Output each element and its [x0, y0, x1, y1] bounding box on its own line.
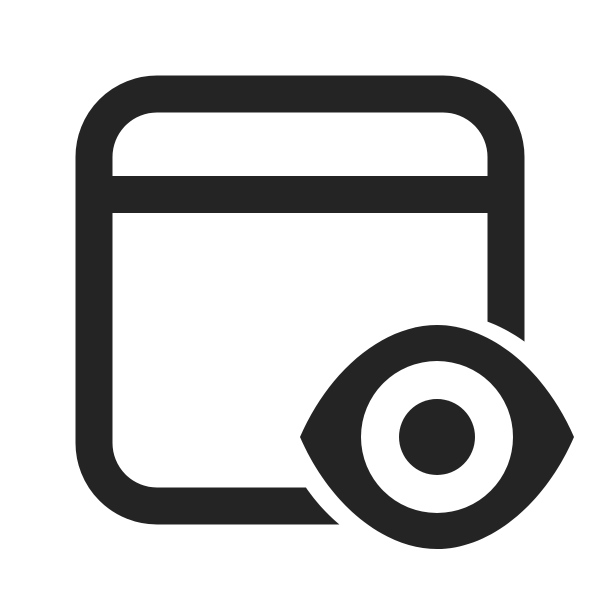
window-title-bar-divider: [94, 176, 506, 213]
icon-canvas: [0, 0, 600, 600]
eye-pupil: [399, 399, 475, 475]
window-eye-icon: [75, 75, 574, 549]
